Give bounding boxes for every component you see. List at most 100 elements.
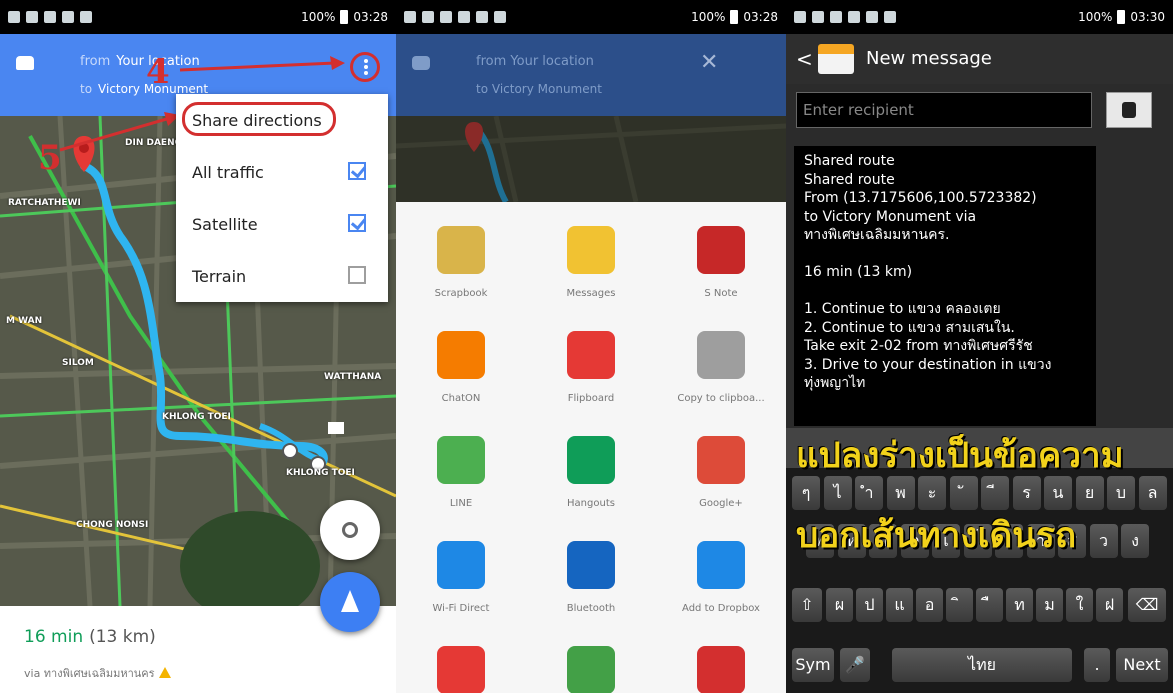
key[interactable]: ฝ <box>1096 588 1123 622</box>
key[interactable]: ป <box>856 588 883 622</box>
messages-icon <box>567 226 615 274</box>
share-target-label: Google+ <box>699 498 743 509</box>
key[interactable]: ผ <box>826 588 853 622</box>
key[interactable]: แ <box>886 588 913 622</box>
key[interactable]: ว <box>1089 524 1118 558</box>
message-line: ทุ่งพญาไท <box>804 375 866 391</box>
message-line: Take exit 2-02 from ทางพิเศษศรีรัช <box>804 338 1033 354</box>
share-target-evernote[interactable] <box>526 622 656 693</box>
space-key[interactable]: ไทย <box>892 648 1072 682</box>
close-icon[interactable]: ✕ <box>700 50 718 75</box>
bluetooth-icon <box>567 541 615 589</box>
navigate-button[interactable] <box>320 572 380 632</box>
share-target-messages[interactable]: Messages <box>526 202 656 307</box>
scrapbook-icon <box>437 226 485 274</box>
status-bar: 100% 03:28 <box>396 0 786 34</box>
key[interactable]: ใ <box>1066 588 1093 622</box>
key[interactable]: ล <box>1138 476 1167 510</box>
share-target-label: Add to Dropbox <box>682 603 760 614</box>
all-traffic-checkbox[interactable] <box>348 162 366 180</box>
dimmed-map <box>396 115 786 204</box>
mic-key[interactable]: 🎤 <box>840 648 870 682</box>
share-target-wifi-direct[interactable]: Wi-Fi Direct <box>396 517 526 622</box>
message-screen: 100% 03:30 < New message Enter recipient … <box>786 0 1173 693</box>
chaton-icon <box>437 331 485 379</box>
satellite-checkbox[interactable] <box>348 214 366 232</box>
share-target-snote[interactable]: S Note <box>656 202 786 307</box>
message-line: 2. Continue to แขวง สามเสนใน. <box>804 319 1015 336</box>
backspace-key[interactable]: ⌫ <box>1128 588 1166 622</box>
overlay-caption-line1: แปลงร่างเป็นข้อความ <box>796 436 1124 476</box>
step-4-annotation: 4 <box>146 52 170 92</box>
route-summary[interactable]: 16 min (13 km) <box>24 627 156 647</box>
back-icon[interactable]: < <box>796 47 813 71</box>
map-label: KHLONG TOEI <box>162 412 231 422</box>
period-key[interactable]: . <box>1084 648 1110 682</box>
navigation-arrow-icon <box>341 590 359 612</box>
menu-item-terrain[interactable]: Terrain <box>176 250 388 302</box>
message-line: From (13.7175606,100.5723382) <box>804 190 1037 206</box>
envelope-icon <box>818 44 854 74</box>
snote-icon <box>697 226 745 274</box>
overflow-menu: Share directions All traffic Satellite T… <box>176 94 388 302</box>
message-line: Shared route <box>804 171 895 188</box>
menu-item-all-traffic[interactable]: All traffic <box>176 146 388 198</box>
terrain-checkbox[interactable] <box>348 266 366 284</box>
share-target-flipboard[interactable]: Flipboard <box>526 307 656 412</box>
share-target-hangouts[interactable]: Hangouts <box>526 412 656 517</box>
clipboard-icon <box>697 331 745 379</box>
share-target-label: Copy to clipboa... <box>677 393 765 404</box>
message-body[interactable]: Shared route Shared route From (13.7175606… <box>794 146 1096 426</box>
sym-key[interactable]: Sym <box>792 648 834 682</box>
line-icon <box>437 436 485 484</box>
recipient-input[interactable]: Enter recipient <box>796 92 1092 128</box>
key[interactable]: ม <box>1036 588 1063 622</box>
key[interactable]: ท <box>1006 588 1033 622</box>
menu-item-share-directions[interactable]: Share directions <box>176 94 388 146</box>
contact-picker-button[interactable] <box>1106 92 1152 128</box>
share-target-label: Bluetooth <box>566 603 616 614</box>
message-line <box>804 245 1086 264</box>
message-line: Shared route <box>804 153 895 169</box>
page-title: New message <box>866 48 992 69</box>
share-target-label: Messages <box>566 288 616 299</box>
highlight-ring <box>182 102 336 136</box>
key[interactable]: ิ <box>946 588 973 622</box>
maps-screen: 100% 03:28 from Your location to Victory Mo… <box>0 0 396 693</box>
status-bar: 100% 03:30 <box>786 0 1173 34</box>
status-time: 03:30 <box>1130 10 1165 24</box>
step-5-annotation: 5 <box>38 138 62 178</box>
share-target-chaton[interactable]: ChatON <box>396 307 526 412</box>
message-line: 1. Continue to แขวง คลองเตย <box>804 301 1001 317</box>
share-target-label: LINE <box>449 498 473 509</box>
message-line: to Victory Monument via <box>804 208 977 225</box>
share-target-googleplus[interactable]: Google+ <box>656 412 786 517</box>
key[interactable]: อ <box>916 588 943 622</box>
flipboard-icon <box>567 331 615 379</box>
menu-item-satellite[interactable]: Satellite <box>176 198 388 250</box>
share-target-line[interactable]: LINE <box>396 412 526 517</box>
share-target-clipboard[interactable]: Copy to clipboa... <box>656 307 786 412</box>
share-target-label: Wi-Fi Direct <box>432 603 490 614</box>
share-target-email[interactable] <box>396 622 526 693</box>
shift-key[interactable]: ⇧ <box>792 588 822 622</box>
next-key[interactable]: Next <box>1116 648 1168 682</box>
share-target-label: Hangouts <box>567 498 615 509</box>
share-target-bluetooth[interactable]: Bluetooth <box>526 517 656 622</box>
email-icon <box>437 646 485 693</box>
key[interactable]: ื <box>976 588 1003 622</box>
share-target-scrapbook[interactable]: Scrapbook <box>396 202 526 307</box>
my-location-button[interactable] <box>320 500 380 560</box>
message-header: < New message <box>786 34 1173 84</box>
map-label: WATTHANA <box>324 372 382 382</box>
share-target-dropbox[interactable]: Add to Dropbox <box>656 517 786 622</box>
dimmed-directions-header: from Your location to Victory Monument ✕ <box>396 34 786 116</box>
googleplus-icon <box>697 436 745 484</box>
gmail-icon <box>697 646 745 693</box>
key[interactable]: ง <box>1121 524 1149 558</box>
target-icon <box>342 522 358 538</box>
evernote-icon <box>567 646 615 693</box>
warning-icon <box>158 667 171 678</box>
share-target-gmail[interactable] <box>656 622 786 693</box>
hangouts-icon <box>567 436 615 484</box>
